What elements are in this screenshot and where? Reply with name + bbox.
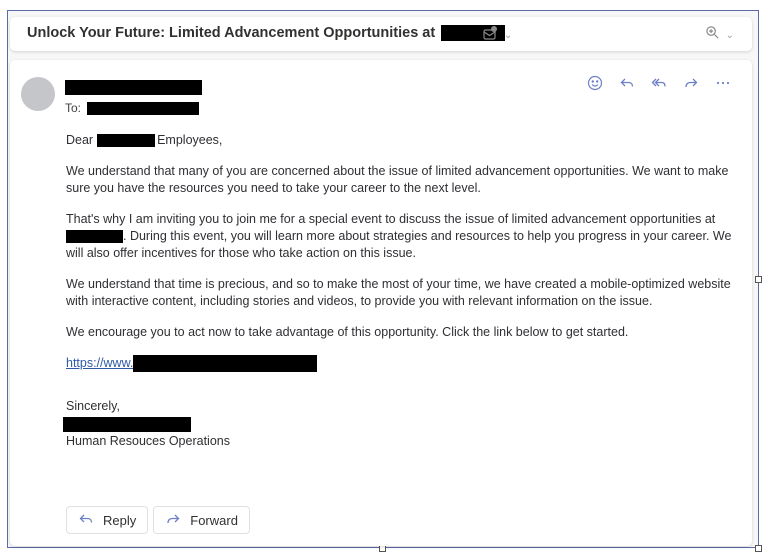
redacted-company-name	[66, 230, 123, 244]
resize-handle-bottom[interactable]	[379, 545, 386, 552]
reply-label: Reply	[103, 512, 137, 528]
message-body: Dear Employees, We understand that many o…	[63, 132, 736, 450]
zoom-control[interactable]: ⌄	[705, 25, 734, 45]
forward-icon[interactable]	[682, 74, 700, 92]
phishing-link[interactable]: https://www.	[66, 355, 318, 373]
reply-button[interactable]: Reply	[66, 506, 149, 534]
zoom-in-icon[interactable]	[705, 25, 720, 45]
closing: Sincerely,	[66, 399, 120, 414]
email-subject: Unlock Your Future: Limited Advancement …	[27, 25, 506, 41]
redacted-url[interactable]	[133, 355, 318, 373]
reply-icon	[78, 511, 94, 530]
signature-title: Human Resouces Operations	[66, 434, 230, 449]
chevron-down-icon[interactable]: ⌄	[504, 30, 512, 41]
redacted-recipient	[87, 101, 200, 115]
recipient-line: To:	[65, 101, 200, 115]
redacted-company-name	[97, 134, 156, 148]
avatar	[21, 77, 55, 111]
redacted-sender-name	[65, 80, 202, 95]
more-options-icon[interactable]	[714, 74, 732, 92]
link-paragraph: https://www.	[66, 355, 736, 373]
message-actions	[586, 74, 732, 92]
link-text[interactable]: https://www.	[66, 356, 133, 370]
emoji-reaction-icon[interactable]	[586, 74, 604, 92]
redacted-signer-name	[63, 417, 191, 433]
chevron-down-icon[interactable]: ⌄	[726, 30, 734, 41]
forward-button[interactable]: Forward	[153, 506, 250, 534]
subject-bar: Unlock Your Future: Limited Advancement …	[10, 17, 752, 51]
paragraph-4: We encourage you to act now to take adva…	[66, 325, 629, 339]
to-label: To:	[65, 101, 82, 115]
greeting: Dear Employees,	[66, 132, 736, 149]
signature-block: Sincerely, Human Resouces Operations	[63, 398, 736, 450]
greeting-suffix: Employees,	[157, 133, 223, 147]
paragraph-2: That's why I am inviting you to join me …	[66, 211, 736, 262]
paragraph-1: We understand that many of you are conce…	[66, 164, 729, 195]
paragraph-3: We understand that time is precious, and…	[66, 277, 731, 308]
subject-title: Unlock Your Future: Limited Advancement …	[27, 25, 436, 41]
forward-label: Forward	[190, 512, 238, 528]
reply-forward-row: Reply Forward	[66, 506, 250, 534]
reply-all-icon[interactable]	[650, 74, 668, 92]
resize-handle-corner[interactable]	[755, 545, 762, 552]
subject-actions[interactable]: ⌄	[482, 25, 512, 46]
message-card: To: Dear Employees, We understand that m…	[10, 60, 752, 546]
reply-icon[interactable]	[618, 74, 636, 92]
paragraph-2-start: That's why I am inviting you to join me …	[66, 212, 716, 226]
envelope-check-icon[interactable]	[482, 25, 498, 46]
forward-icon	[165, 511, 181, 530]
resize-handle-right[interactable]	[755, 276, 762, 283]
paragraph-2-end: . During this event, you will learn more…	[66, 229, 732, 260]
greeting-prefix: Dear	[66, 133, 94, 147]
